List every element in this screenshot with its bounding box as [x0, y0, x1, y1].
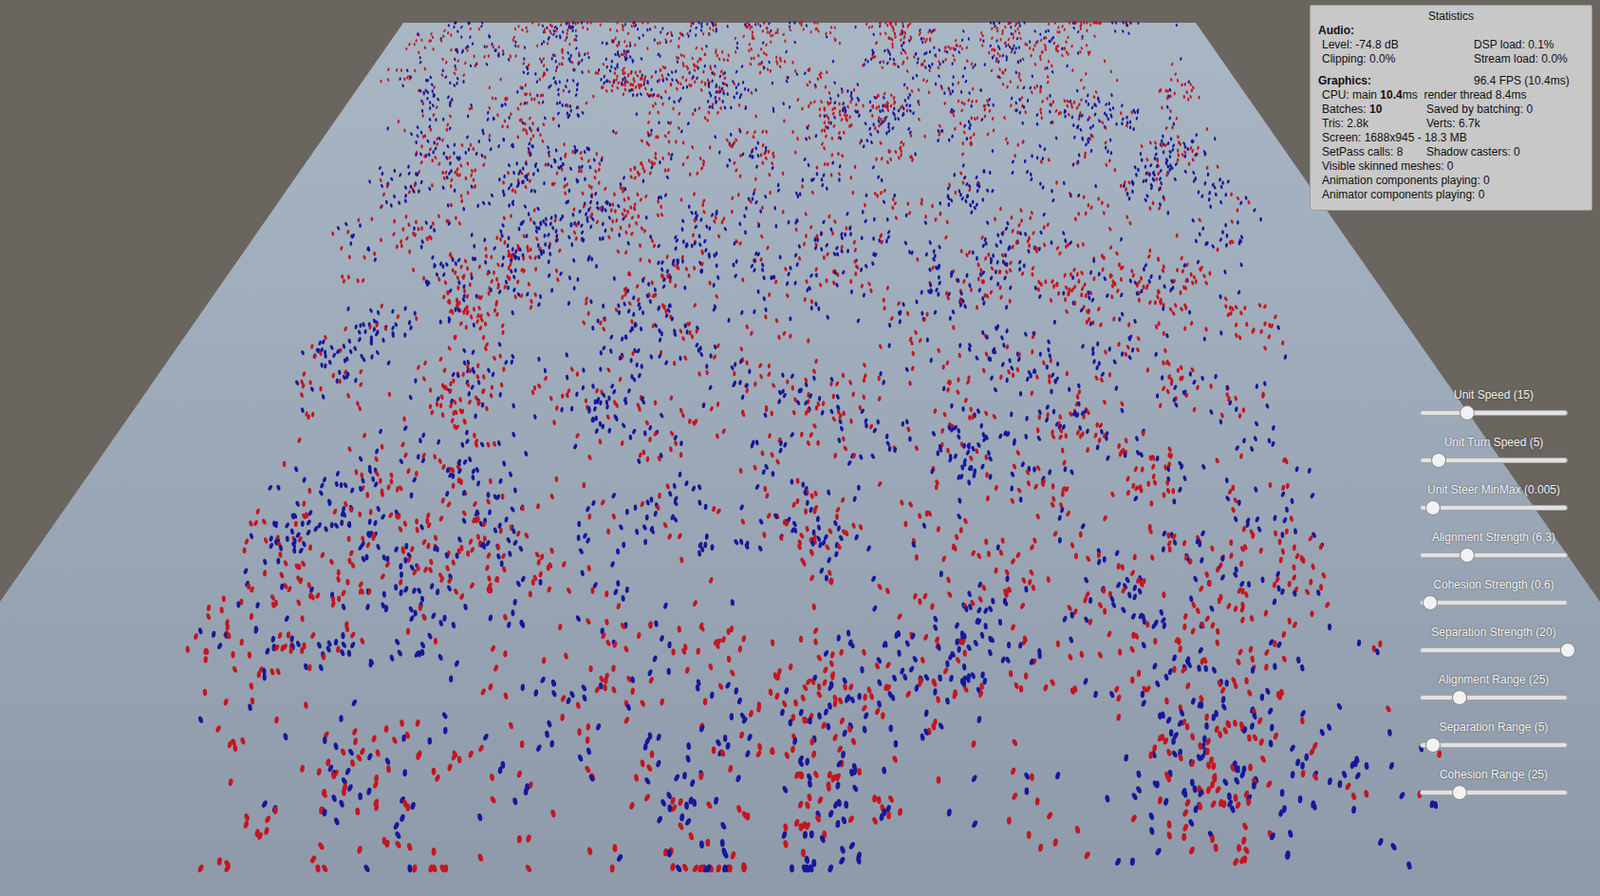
unit: [963, 101, 966, 106]
game-view: StatisticsAudio:Level: -74.8 dBDSP load:…: [0, 0, 1600, 896]
unit: [629, 40, 632, 45]
unit: [934, 54, 937, 58]
unit: [625, 53, 628, 57]
unit: [901, 21, 904, 25]
unit: [955, 43, 958, 48]
unit: [1084, 99, 1087, 104]
unit: [734, 50, 737, 55]
unit: [729, 106, 732, 111]
unit: [1045, 96, 1048, 101]
unit: [1047, 22, 1050, 26]
unit: [722, 99, 725, 104]
unit: [1109, 137, 1112, 142]
unit: [1012, 44, 1015, 49]
